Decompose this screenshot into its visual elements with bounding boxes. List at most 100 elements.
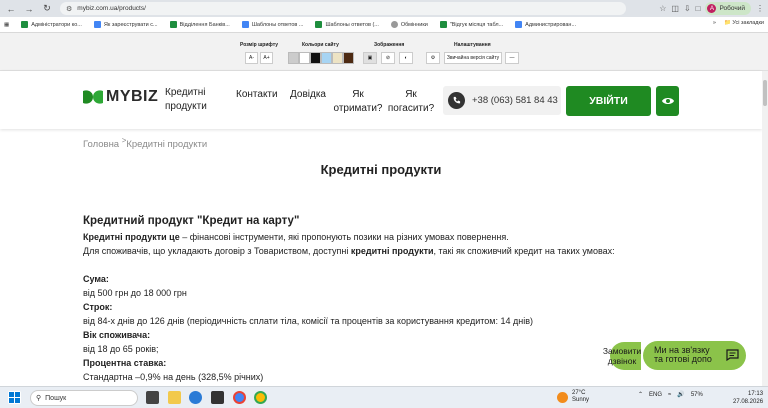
term-value: від 84-х днів до 126 днів (періодичність… bbox=[83, 316, 533, 326]
login-button[interactable]: УВІЙТИ bbox=[566, 86, 651, 116]
bookmark-item[interactable]: "Відгук місяця табл... bbox=[439, 21, 503, 28]
bookmark-item[interactable]: Відділення Банків... bbox=[169, 21, 230, 28]
globe-icon bbox=[390, 21, 398, 28]
age-label: Вік споживача: bbox=[83, 330, 151, 340]
extension-icon[interactable]: ◫ bbox=[671, 4, 679, 13]
profile-button[interactable]: A Робочий bbox=[705, 2, 751, 15]
weather-temp: 27°C bbox=[572, 390, 586, 396]
bookmark-item[interactable]: Адміністратори ко... bbox=[21, 21, 82, 28]
accessibility-eye-icon[interactable] bbox=[656, 86, 679, 116]
browser-toolbar: ← → ↻ ⚙ mybiz.com.ua/products/ ☆ ◫ ⇩ □ A… bbox=[0, 0, 768, 17]
edge-icon[interactable] bbox=[189, 391, 202, 404]
bookmark-item[interactable]: Администрирован... bbox=[515, 21, 576, 28]
bookmarks-bar: ▦ Адміністратори ко... Як зареєструвати … bbox=[0, 17, 768, 33]
breadcrumb-current: Кредитні продукти bbox=[126, 139, 208, 151]
color-swatch-black[interactable] bbox=[310, 52, 321, 64]
back-icon[interactable]: ← bbox=[4, 2, 18, 16]
sheet-icon bbox=[21, 21, 29, 28]
store-icon[interactable] bbox=[211, 391, 224, 404]
reload-icon[interactable]: ↻ bbox=[40, 2, 54, 16]
battery-level[interactable]: 57% bbox=[691, 392, 703, 398]
language-indicator[interactable]: ENG bbox=[649, 392, 662, 398]
logo-text: MYBIZ bbox=[106, 88, 159, 105]
sum-value: від 500 грн до 18 000 грн bbox=[83, 288, 187, 298]
chat-widget-label[interactable]: Ми на зв'язку та готові допо bbox=[654, 346, 712, 364]
colors-title: Кольори сайту bbox=[302, 42, 339, 48]
nav-credit-products[interactable]: Кредитні продукти bbox=[165, 86, 207, 114]
bookmark-item[interactable]: Обмінники bbox=[390, 21, 428, 28]
phone-number: +38 (063) 581 84 43 bbox=[472, 95, 558, 106]
font-size-title: Розмір шрифту bbox=[240, 42, 279, 48]
address-bar[interactable]: ⚙ mybiz.com.ua/products/ bbox=[60, 2, 626, 15]
bookmark-item[interactable]: Шаблоны ответов (... bbox=[315, 21, 379, 28]
nav-how-to-get[interactable]: Як отримати? bbox=[333, 88, 383, 116]
all-bookmarks-button[interactable]: 📁 Усі закладки bbox=[724, 20, 764, 26]
rate-label: Процентна ставка: bbox=[83, 358, 167, 368]
tray-chevron-icon[interactable]: ⌃ bbox=[638, 391, 643, 398]
search-icon: ⚲ bbox=[36, 395, 42, 402]
consumers-paragraph: Для споживачів, що укладають договір з Т… bbox=[83, 246, 615, 256]
doc-icon bbox=[93, 21, 101, 28]
sheet-icon bbox=[315, 21, 323, 28]
wifi-icon[interactable]: ≈ bbox=[668, 392, 671, 398]
images-on-icon[interactable]: ▣ bbox=[363, 52, 377, 64]
sun-icon bbox=[557, 391, 568, 403]
color-swatch-brown[interactable] bbox=[343, 52, 354, 64]
menu-icon[interactable]: ⋮ bbox=[756, 4, 764, 13]
avatar: A bbox=[707, 4, 717, 13]
page-title: Кредитні продукти bbox=[320, 162, 442, 177]
nav-help[interactable]: Довідка bbox=[290, 88, 326, 102]
images-grayscale-icon[interactable]: ◐ bbox=[399, 52, 413, 64]
rate-value: Стандартна –0,9% на день (328,5% річних) bbox=[83, 372, 264, 382]
bookmark-star-icon[interactable]: ☆ bbox=[659, 4, 666, 13]
chrome-icon[interactable] bbox=[233, 391, 246, 404]
font-decrease-button[interactable]: A- bbox=[245, 52, 258, 64]
apps-icon[interactable]: ▦ bbox=[4, 22, 9, 28]
site-info-icon[interactable]: ⚙ bbox=[66, 5, 72, 13]
search-placeholder: Пошук bbox=[45, 394, 67, 402]
weather-widget[interactable]: 27°C Sunny bbox=[557, 390, 589, 404]
sheet-icon bbox=[439, 21, 447, 28]
chat-bubble-icon[interactable] bbox=[726, 349, 739, 361]
intro-paragraph: Кредитні продукти це – фінансові інструм… bbox=[83, 232, 509, 242]
images-off-icon[interactable]: ⊘ bbox=[381, 52, 395, 64]
sum-label: Сума: bbox=[83, 274, 109, 284]
bookmark-item[interactable]: Як зареєструвати с... bbox=[93, 21, 158, 28]
color-swatch-white[interactable] bbox=[299, 52, 310, 64]
more-bookmarks-button[interactable]: » bbox=[713, 20, 716, 26]
font-increase-button[interactable]: A+ bbox=[260, 52, 273, 64]
bookmark-item[interactable]: Шаблоны ответов ... bbox=[241, 21, 303, 28]
doc-icon bbox=[515, 21, 523, 28]
taskbar-clock[interactable]: 17:13 27.08.2026 bbox=[733, 390, 763, 406]
task-view-icon[interactable] bbox=[146, 391, 159, 404]
color-swatch-beige[interactable] bbox=[332, 52, 343, 64]
chrome-profile-icon[interactable] bbox=[254, 391, 267, 404]
forward-icon[interactable]: → bbox=[22, 2, 36, 16]
normal-version-button[interactable]: Звичайна версія сайту bbox=[444, 52, 502, 64]
browser-actions: ☆ ◫ ⇩ □ A Робочий ⋮ bbox=[659, 2, 764, 15]
tab-search-icon[interactable]: □ bbox=[696, 4, 701, 13]
windows-start-icon[interactable] bbox=[8, 391, 21, 404]
nav-contacts[interactable]: Контакти bbox=[236, 88, 278, 102]
images-title: Зображення bbox=[374, 42, 405, 48]
color-swatch-blue[interactable] bbox=[321, 52, 332, 64]
callback-label[interactable]: Замовити дзвінок bbox=[602, 346, 642, 366]
volume-icon[interactable]: 🔊 bbox=[677, 391, 684, 398]
nav-how-to-repay[interactable]: Як погасити? bbox=[386, 88, 436, 116]
minimize-toolbar-icon[interactable]: — bbox=[505, 52, 519, 64]
system-tray: ⌃ ENG ≈ 🔊 57% bbox=[638, 391, 703, 399]
settings-gear-icon[interactable]: ⚙ bbox=[426, 52, 440, 64]
profile-label: Робочий bbox=[719, 5, 745, 12]
scrollbar-thumb[interactable] bbox=[763, 80, 767, 106]
logo-mark-icon bbox=[83, 90, 103, 104]
taskbar-search[interactable]: ⚲ Пошук bbox=[30, 390, 138, 406]
breadcrumb-home[interactable]: Головна bbox=[83, 139, 119, 150]
color-swatch-gray[interactable] bbox=[288, 52, 299, 64]
doc-icon bbox=[241, 21, 249, 28]
phone-link[interactable]: +38 (063) 581 84 43 bbox=[443, 86, 561, 115]
site-logo[interactable]: MYBIZ bbox=[82, 88, 158, 106]
scrollbar[interactable] bbox=[762, 71, 768, 386]
downloads-icon[interactable]: ⇩ bbox=[684, 4, 691, 13]
weather-desc: Sunny bbox=[572, 397, 590, 403]
file-explorer-icon[interactable] bbox=[168, 391, 181, 404]
